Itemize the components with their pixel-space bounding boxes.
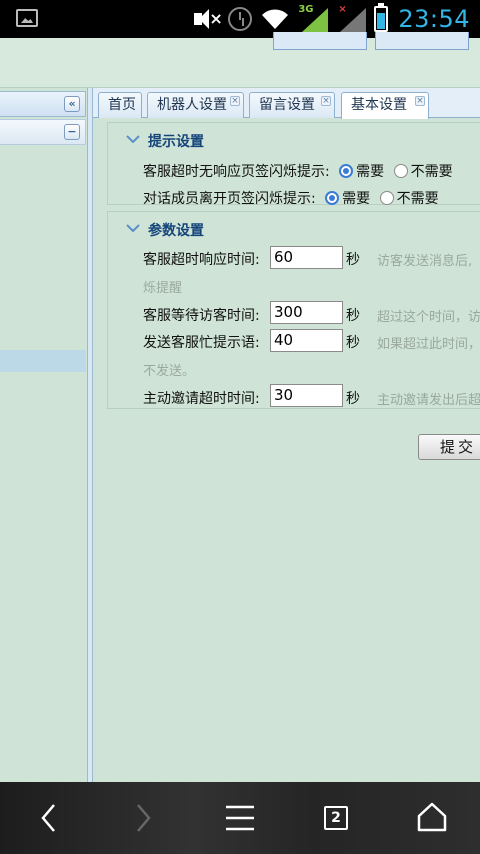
- minus-icon[interactable]: −: [64, 124, 80, 140]
- tab-basic-settings[interactable]: 基本设置 ×: [341, 92, 429, 119]
- back-button[interactable]: [20, 782, 76, 854]
- navigation-bar: 2: [0, 782, 480, 854]
- tabs-button[interactable]: 2: [308, 782, 364, 854]
- tip-row-2: 对话成员离开页签闪烁提示: 需要 不需要: [143, 188, 439, 208]
- app-header: [0, 32, 480, 88]
- gallery-notification-icon: [16, 9, 38, 27]
- field-hint: 烁提醒: [143, 281, 183, 296]
- header-button-2[interactable]: [375, 32, 469, 50]
- tab-label: 基本设置: [351, 97, 407, 113]
- response-timeout-input[interactable]: 60: [270, 246, 343, 269]
- tab-label: 机器人设置: [157, 97, 227, 113]
- field-label: 发送客服忙提示语:: [143, 335, 260, 351]
- header-button-1[interactable]: [273, 32, 367, 50]
- section-title: 参数设置: [148, 223, 204, 239]
- chevron-right-icon: [137, 804, 151, 832]
- field-hint: 不发送。: [143, 364, 196, 379]
- signal-no-sim-icon: ×: [336, 4, 367, 32]
- params-section: 参数设置 客服超时响应时间: 60 秒 访客发送消息后, 烁提醒 客服等待访客时…: [107, 211, 480, 409]
- sidebar-selected-item[interactable]: [0, 350, 86, 372]
- tip-row-1: 客服超时无响应页签闪烁提示: 需要 不需要: [143, 161, 453, 181]
- signal-3g-icon: 3G: [298, 4, 329, 32]
- radio-yes[interactable]: [339, 164, 354, 178]
- tab-bar: 首页 机器人设置 × 留言设置 × 基本设置 ×: [93, 88, 480, 119]
- unit-label: 秒: [346, 335, 360, 351]
- menu-icon: [226, 805, 254, 831]
- clock: 23:54: [398, 5, 470, 33]
- section-title: 提示设置: [148, 134, 204, 150]
- field-label: 对话成员离开页签闪烁提示:: [143, 191, 316, 207]
- tab-count-badge: 2: [324, 806, 348, 830]
- submit-button[interactable]: 提交: [418, 434, 480, 460]
- section-header[interactable]: 参数设置: [126, 220, 204, 240]
- busy-message-input[interactable]: 40: [270, 329, 343, 352]
- unit-label: 秒: [346, 252, 360, 268]
- unit-label: 秒: [346, 391, 360, 407]
- chevron-down-icon[interactable]: [126, 224, 140, 232]
- radio-label: 需要: [356, 164, 385, 180]
- field-hint: 超过这个时间，访: [377, 310, 480, 325]
- sidebar-accordion-header[interactable]: −: [0, 119, 86, 145]
- alarm-icon: [228, 7, 253, 31]
- chevron-left-icon: [41, 804, 55, 832]
- left-sidebar: « −: [0, 88, 88, 782]
- close-icon[interactable]: ×: [230, 96, 240, 106]
- section-header[interactable]: 提示设置: [126, 131, 204, 151]
- field-hint: 访客发送消息后,: [377, 254, 473, 269]
- chevron-down-icon[interactable]: [126, 135, 140, 143]
- close-icon[interactable]: ×: [415, 96, 425, 106]
- field-hint: 主动邀请发出后超: [377, 393, 480, 408]
- tab-robot-settings[interactable]: 机器人设置 ×: [147, 92, 244, 118]
- collapse-sidebar-button[interactable]: «: [64, 96, 80, 112]
- network-type-label: 3G: [298, 4, 314, 15]
- close-icon[interactable]: ×: [321, 96, 331, 106]
- wait-visitor-input[interactable]: 300: [270, 301, 343, 324]
- forward-button[interactable]: [116, 782, 172, 854]
- unit-label: 秒: [346, 308, 360, 324]
- settings-content: 提示设置 客服超时无响应页签闪烁提示: 需要 不需要 对话成员离开页签闪烁提示:…: [93, 119, 480, 782]
- invite-timeout-input[interactable]: 30: [270, 384, 343, 407]
- radio-label: 不需要: [410, 164, 453, 180]
- radio-no[interactable]: [393, 164, 408, 178]
- field-label: 客服超时响应时间:: [143, 252, 260, 268]
- tab-message-settings[interactable]: 留言设置 ×: [249, 92, 335, 118]
- volume-muted-icon: ×: [194, 8, 223, 30]
- radio-label: 不需要: [396, 191, 439, 207]
- radio-yes[interactable]: [325, 191, 340, 205]
- battery-charging-icon: [374, 3, 389, 32]
- field-hint: 如果超过此时间，: [377, 337, 480, 352]
- radio-no[interactable]: [379, 191, 394, 205]
- field-label: 客服等待访客时间:: [143, 308, 260, 324]
- field-label: 客服超时无响应页签闪烁提示:: [143, 164, 330, 180]
- wifi-icon: [260, 7, 290, 31]
- tab-label: 首页: [108, 97, 136, 113]
- home-button[interactable]: [404, 782, 460, 854]
- tab-home[interactable]: 首页: [98, 92, 142, 118]
- radio-label: 需要: [342, 191, 371, 207]
- field-label: 主动邀请超时时间:: [143, 391, 260, 407]
- tab-label: 留言设置: [259, 97, 315, 113]
- tips-section: 提示设置 客服超时无响应页签闪烁提示: 需要 不需要 对话成员离开页签闪烁提示:…: [107, 122, 480, 208]
- sidebar-header: «: [0, 91, 86, 117]
- menu-button[interactable]: [212, 782, 268, 854]
- home-icon: [417, 802, 447, 832]
